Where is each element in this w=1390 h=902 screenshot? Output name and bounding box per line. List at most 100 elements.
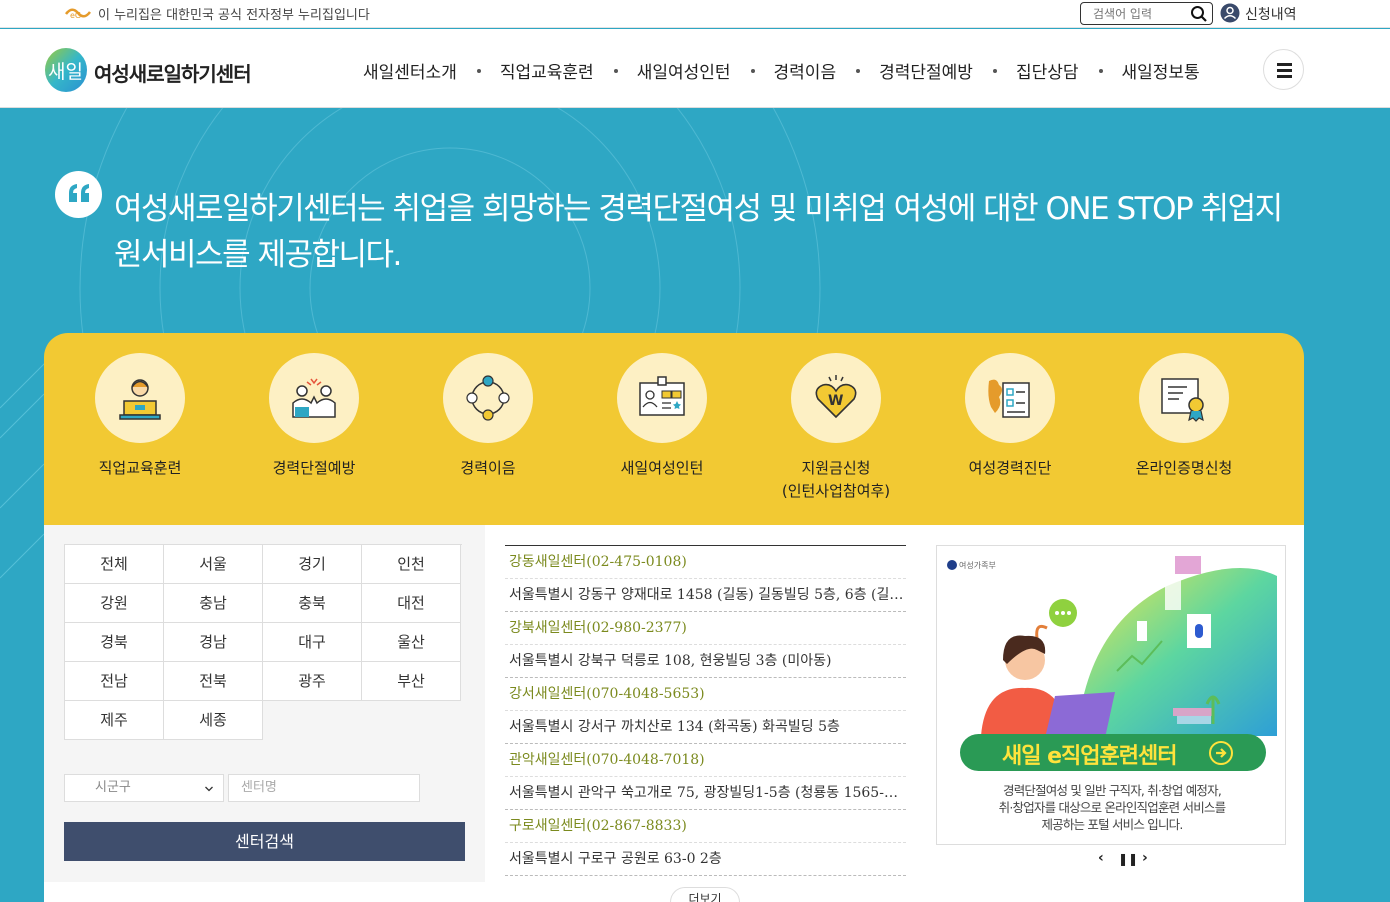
banner-description: 경력단절여성 및 일반 구직자, 취·창업 예정자, 취·창업자를 대상으로 온… bbox=[998, 783, 1227, 832]
apply-history-link[interactable]: 신청내역 bbox=[1245, 4, 1297, 24]
gov-notice-text: 이 누리집은 대한민국 공식 전자정부 누리집입니다 bbox=[98, 8, 370, 23]
region-tab[interactable]: 충북 bbox=[263, 584, 362, 623]
banner-title: 새일 e직업훈련센터 bbox=[1002, 744, 1178, 769]
nav-item-career[interactable]: 경력이음 bbox=[774, 58, 837, 83]
list-item[interactable]: 강서새일센터(070-4048-5653) 서울특별시 강서구 까치산로 134… bbox=[505, 678, 906, 744]
carousel-controls: ‹ ❚❚ › bbox=[1096, 850, 1156, 866]
certificate-icon bbox=[1161, 378, 1204, 422]
id-card-icon bbox=[639, 376, 685, 416]
region-tab[interactable]: 경북 bbox=[65, 623, 164, 662]
nav-separator bbox=[1098, 69, 1103, 73]
checklist-icon bbox=[988, 379, 1030, 418]
region-tab[interactable]: 전북 bbox=[164, 662, 263, 701]
site-header: 새일 여성새로일하기센터 새일센터소개 직업교육훈련 새일여성인턴 경력이음 경… bbox=[0, 29, 1390, 108]
nav-separator bbox=[856, 69, 861, 73]
center-address: 서울특별시 강동구 양재대로 1458 (길동) 길동빌딩 5층, 6층 (길동… bbox=[505, 578, 906, 611]
user-icon bbox=[1220, 3, 1240, 23]
people-circle-icon bbox=[466, 375, 510, 421]
logo-text[interactable]: 여성새로일하기센터 bbox=[94, 58, 252, 87]
search-icon[interactable] bbox=[1190, 5, 1208, 23]
center-search-button[interactable]: 센터검색 bbox=[64, 822, 465, 861]
center-address: 서울특별시 강북구 덕릉로 108, 현웅빌딩 3층 (미아동) bbox=[505, 644, 906, 677]
nav-item-intro[interactable]: 새일센터소개 bbox=[363, 58, 457, 83]
quick-link-label: 경력이음 bbox=[460, 459, 516, 477]
list-item[interactable]: 관악새일센터(070-4048-7018) 서울특별시 관악구 쑥고개로 75,… bbox=[505, 744, 906, 810]
quick-link-label: 경력단절예방 bbox=[272, 459, 356, 477]
top-search-input[interactable] bbox=[1081, 3, 1181, 25]
list-item[interactable]: 강동새일센터(02-475-0108) 서울특별시 강동구 양재대로 1458 … bbox=[505, 546, 906, 612]
region-search-area: 전체 서울 경기 인천 강원 충남 충북 대전 경북 경남 대구 울산 전남 전… bbox=[44, 525, 485, 882]
quick-link-label: 여성경력진단 bbox=[968, 459, 1052, 477]
arrow-right-icon bbox=[1209, 741, 1233, 765]
svg-text:eG: eG bbox=[70, 11, 81, 20]
center-address: 서울특별시 구로구 공원로 63-0 2층 bbox=[505, 842, 906, 875]
region-tab[interactable]: 대구 bbox=[263, 623, 362, 662]
quick-link-training[interactable]: 직업교육훈련 bbox=[53, 353, 227, 480]
list-item[interactable]: 구로새일센터(02-867-8833) 서울특별시 구로구 공원로 63-0 2… bbox=[505, 810, 906, 876]
nav-separator bbox=[613, 69, 618, 73]
heart-won-icon: W bbox=[815, 375, 857, 419]
center-name-input[interactable]: 센터명 bbox=[228, 774, 420, 802]
nav-item-training[interactable]: 직업교육훈련 bbox=[500, 58, 594, 83]
region-tab[interactable]: 대전 bbox=[362, 584, 461, 623]
chevron-right-icon[interactable]: › bbox=[1142, 850, 1148, 866]
main-nav: 새일센터소개 직업교육훈련 새일여성인턴 경력이음 경력단절예방 집단상담 새일… bbox=[363, 58, 1200, 83]
e-training-banner[interactable]: 여성가족부 새일 e직업훈련센터 경력단절여성 및 일반 구직자, 취·창업 예… bbox=[936, 545, 1286, 845]
region-tab[interactable]: 충남 bbox=[164, 584, 263, 623]
trainer-icon bbox=[119, 379, 161, 420]
list-item[interactable]: 강북새일센터(02-980-2377) 서울특별시 강북구 덕릉로 108, 현… bbox=[505, 612, 906, 678]
center-name[interactable]: 강동새일센터(02-475-0108) bbox=[505, 546, 906, 578]
chevron-left-icon[interactable]: ‹ bbox=[1098, 850, 1104, 866]
center-name[interactable]: 구로새일센터(02-867-8833) bbox=[505, 810, 906, 842]
nav-item-counseling[interactable]: 집단상담 bbox=[1016, 58, 1079, 83]
sigungu-select[interactable]: 시군구 bbox=[64, 774, 224, 802]
region-tab[interactable]: 전남 bbox=[65, 662, 164, 701]
quick-link-career[interactable]: 경력이음 bbox=[401, 353, 575, 480]
region-tab[interactable]: 제주 bbox=[65, 701, 164, 740]
region-tab[interactable]: 강원 bbox=[65, 584, 164, 623]
banner-illustration bbox=[981, 556, 1277, 738]
quick-link-diagnosis[interactable]: 여성경력진단 bbox=[923, 353, 1097, 480]
nav-separator bbox=[750, 69, 755, 73]
region-tab[interactable]: 서울 bbox=[164, 545, 263, 584]
quick-link-label: 새일여성인턴 bbox=[620, 459, 704, 477]
more-button[interactable]: 더보기 bbox=[670, 887, 740, 902]
region-tab[interactable]: 경기 bbox=[263, 545, 362, 584]
region-tab[interactable]: 경남 bbox=[164, 623, 263, 662]
pause-icon[interactable]: ❚❚ bbox=[1118, 852, 1138, 866]
center-name[interactable]: 강북새일센터(02-980-2377) bbox=[505, 612, 906, 644]
center-name[interactable]: 관악새일센터(070-4048-7018) bbox=[505, 744, 906, 776]
quote-icon bbox=[55, 171, 102, 218]
center-address: 서울특별시 강서구 까치산로 134 (화곡동) 화곡빌딩 5층 bbox=[505, 710, 906, 743]
nav-item-info[interactable]: 새일정보통 bbox=[1122, 58, 1200, 83]
hamburger-menu-button[interactable] bbox=[1263, 49, 1304, 90]
gov-logo-icon: eG bbox=[65, 8, 91, 20]
chevron-down-icon bbox=[205, 786, 213, 792]
region-tab[interactable]: 광주 bbox=[263, 662, 362, 701]
region-tab[interactable]: 부산 bbox=[362, 662, 461, 701]
logo-mark-text: 새일 bbox=[48, 61, 83, 83]
gov-notice-bar: eG 이 누리집은 대한민국 공식 전자정부 누리집입니다 신청내역 bbox=[0, 0, 1390, 28]
quick-link-certificate[interactable]: 온라인증명신청 bbox=[1097, 353, 1271, 480]
nav-separator bbox=[992, 69, 997, 73]
hero-message: 여성새로일하기센터는 취업을 희망하는 경력단절여성 및 미취업 여성에 대한 … bbox=[114, 191, 1283, 273]
region-tab[interactable]: 인천 bbox=[362, 545, 461, 584]
nav-item-prevention[interactable]: 경력단절예방 bbox=[879, 58, 973, 83]
quick-link-prevention[interactable]: 경력단절예방 bbox=[227, 353, 401, 480]
quick-links-panel: 직업교육훈련 경력단절예방 경력이음 새일여성인턴 W 지원금신청 (인턴사업참… bbox=[44, 333, 1304, 525]
region-tab[interactable]: 전체 bbox=[65, 545, 164, 584]
quick-link-label: 지원금신청 (인턴사업참여후) bbox=[781, 459, 891, 500]
quick-link-intern[interactable]: 새일여성인턴 bbox=[575, 353, 749, 480]
center-address: 서울특별시 관악구 쑥고개로 75, 광장빌딩1-5층 (청룡동 1565-10… bbox=[505, 776, 906, 809]
quick-link-label: 직업교육훈련 bbox=[98, 459, 182, 477]
center-name[interactable]: 강서새일센터(070-4048-5653) bbox=[505, 678, 906, 710]
region-tab[interactable]: 울산 bbox=[362, 623, 461, 662]
center-search-section: 전체 서울 경기 인천 강원 충남 충북 대전 경북 경남 대구 울산 전남 전… bbox=[44, 525, 1304, 902]
logo-mark-icon[interactable]: 새일 bbox=[43, 47, 89, 93]
quick-link-subsidy[interactable]: W 지원금신청 (인턴사업참여후) bbox=[749, 353, 923, 503]
nav-item-intern[interactable]: 새일여성인턴 bbox=[637, 58, 731, 83]
top-search bbox=[1080, 2, 1213, 25]
region-grid: 전체 서울 경기 인천 강원 충남 충북 대전 경북 경남 대구 울산 전남 전… bbox=[64, 544, 462, 740]
quick-link-label: 온라인증명신청 bbox=[1135, 459, 1233, 477]
region-tab[interactable]: 세종 bbox=[164, 701, 263, 740]
